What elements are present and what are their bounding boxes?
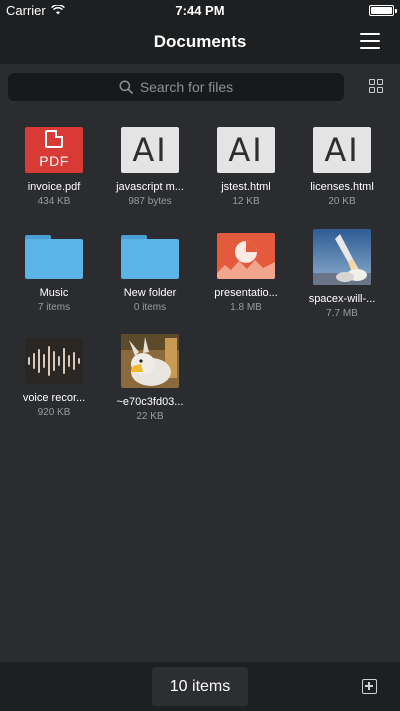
file-name: jstest.html	[221, 181, 271, 193]
page-title: Documents	[153, 32, 247, 51]
ai-file-icon: AI	[121, 127, 179, 173]
pdf-file-icon: PDF	[25, 127, 83, 173]
file-item[interactable]: voice recor... 920 KB	[6, 338, 102, 418]
ai-file-icon: AI	[217, 127, 275, 173]
file-name: presentatio...	[214, 287, 278, 299]
search-placeholder: Search for files	[139, 79, 234, 95]
file-name: spacex-will-...	[308, 293, 376, 305]
file-item[interactable]: spacex-will-... 7.7 MB	[294, 229, 390, 319]
file-size: 12 KB	[232, 196, 260, 207]
file-item[interactable]: PDF invoice.pdf 434 KB	[6, 127, 102, 207]
search-icon	[119, 80, 133, 94]
file-name: Music	[39, 287, 69, 299]
file-size: 434 KB	[37, 196, 71, 207]
file-item[interactable]: AI licenses.html 20 KB	[294, 127, 390, 207]
file-item[interactable]: presentatio... 1.8 MB	[198, 233, 294, 313]
folder-icon	[25, 233, 83, 279]
bottom-toolbar: 10 items	[0, 662, 400, 711]
file-size: 987 bytes	[128, 196, 172, 207]
rocket-photo-thumbnail	[313, 229, 371, 285]
folder-icon	[121, 233, 179, 279]
audio-waveform-icon	[25, 338, 83, 384]
file-size: 22 KB	[136, 411, 164, 422]
file-name: voice recor...	[22, 392, 86, 404]
ai-file-icon: AI	[313, 127, 371, 173]
folder-item[interactable]: New folder 0 items	[102, 233, 198, 313]
grid-view-icon[interactable]	[369, 79, 383, 93]
file-size: 1.8 MB	[230, 302, 262, 313]
file-name: New folder	[123, 287, 177, 299]
hamburger-icon[interactable]	[360, 33, 380, 49]
search-row: Search for files	[0, 64, 400, 108]
bunny-photo-thumbnail	[121, 334, 179, 388]
file-size: 7.7 MB	[326, 308, 358, 319]
file-item[interactable]: AI javascript m... 987 bytes	[102, 127, 198, 207]
file-item[interactable]: AI jstest.html 12 KB	[198, 127, 294, 207]
carrier-label: Carrier	[6, 2, 46, 18]
battery-icon	[369, 4, 397, 16]
file-name: javascript m...	[116, 181, 184, 193]
wifi-icon	[50, 5, 65, 15]
file-size: 20 KB	[328, 196, 356, 207]
file-item[interactable]: ~e70c3fd03... 22 KB	[102, 334, 198, 422]
navigation-bar: Documents	[0, 20, 400, 64]
status-bar: Carrier 7:44 PM	[0, 0, 400, 20]
presentation-thumbnail	[217, 233, 275, 279]
folder-item[interactable]: Music 7 items	[6, 233, 102, 313]
file-name: licenses.html	[310, 181, 374, 193]
item-count-label: 10 items	[152, 667, 248, 706]
item-count: 7 items	[37, 302, 71, 313]
item-count: 0 items	[133, 302, 167, 313]
search-input[interactable]: Search for files	[8, 73, 344, 101]
add-file-icon[interactable]	[362, 679, 377, 694]
file-name: invoice.pdf	[27, 181, 81, 193]
file-size: 920 KB	[37, 407, 71, 418]
file-name: ~e70c3fd03...	[116, 396, 184, 408]
